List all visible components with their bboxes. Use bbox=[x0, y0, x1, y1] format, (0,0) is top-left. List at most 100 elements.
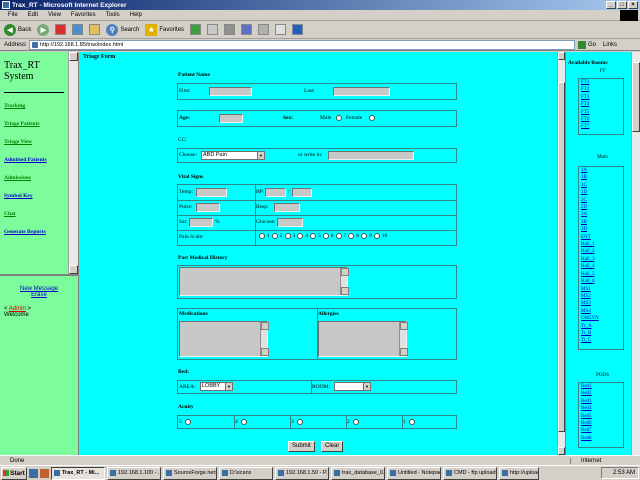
nav-link-symbol-key[interactable]: Symbol Key bbox=[4, 193, 64, 199]
nav-link-admitted-patients[interactable]: Admitted Patients bbox=[4, 157, 64, 163]
room-link[interactable]: OBGYN bbox=[581, 315, 623, 322]
stop-icon[interactable] bbox=[55, 24, 67, 35]
room-link[interactable]: Tr_C bbox=[581, 337, 623, 344]
room-link[interactable]: FT4 bbox=[581, 101, 623, 108]
room-select[interactable]: ▼ bbox=[334, 382, 371, 391]
room-link[interactable]: FT3 bbox=[581, 94, 623, 101]
female-radio[interactable] bbox=[369, 115, 375, 121]
pain-radio-2[interactable] bbox=[271, 233, 278, 239]
forward-arrow-icon[interactable]: ▶ bbox=[37, 23, 50, 36]
scroll-thumb[interactable] bbox=[632, 62, 640, 132]
pain-radio-8[interactable] bbox=[348, 233, 355, 239]
pain-radio-4[interactable] bbox=[297, 233, 304, 239]
pain-radio-1[interactable] bbox=[259, 233, 265, 239]
task-button-5[interactable]: trax_database_0... bbox=[331, 466, 385, 480]
minimize-button[interactable]: _ bbox=[606, 1, 616, 9]
task-button-6[interactable]: Untitled - Notepad bbox=[387, 466, 441, 480]
acuity-radio-4[interactable] bbox=[241, 419, 247, 425]
home-icon[interactable] bbox=[89, 24, 101, 35]
male-radio[interactable] bbox=[336, 115, 342, 121]
maximize-button[interactable]: □ bbox=[617, 1, 627, 9]
room-link[interactable]: 1C bbox=[581, 182, 623, 189]
pain-radio-5[interactable] bbox=[310, 233, 316, 239]
history-icon[interactable] bbox=[190, 24, 202, 35]
go-button[interactable]: Go bbox=[578, 40, 596, 49]
room-link[interactable]: MS4 bbox=[581, 308, 623, 315]
pmh-textarea[interactable] bbox=[179, 267, 349, 296]
resp-input[interactable] bbox=[274, 203, 300, 212]
close-button[interactable]: × bbox=[628, 1, 638, 9]
quicklaunch-ie-icon[interactable] bbox=[29, 468, 38, 478]
task-button-1[interactable]: 192.168.1.100 - ... bbox=[107, 466, 161, 480]
room-link[interactable]: Bed1 bbox=[581, 383, 623, 390]
pain-radio-6[interactable] bbox=[322, 233, 329, 239]
mail-icon[interactable] bbox=[207, 24, 219, 35]
room-link[interactable]: 2D bbox=[581, 204, 623, 211]
room-link[interactable]: Bed7 bbox=[581, 427, 623, 434]
menu-view[interactable]: View bbox=[48, 12, 61, 18]
first-name-input[interactable] bbox=[209, 87, 252, 96]
room-link[interactable]: Bed3 bbox=[581, 398, 623, 405]
edit-icon[interactable] bbox=[241, 24, 253, 35]
menu-file[interactable]: File bbox=[8, 12, 18, 18]
medications-scrollbar[interactable] bbox=[260, 322, 269, 356]
acuity-radio-5[interactable] bbox=[185, 419, 191, 425]
scroll-down-icon[interactable] bbox=[69, 265, 78, 274]
pulse-input[interactable] bbox=[196, 203, 220, 212]
task-button-trax[interactable]: Trax_RT - Mi... bbox=[51, 466, 105, 480]
discuss-icon[interactable] bbox=[258, 24, 270, 35]
print-icon[interactable] bbox=[224, 24, 236, 35]
erase-link[interactable]: Erase bbox=[4, 292, 74, 298]
scroll-up-icon[interactable] bbox=[558, 52, 565, 60]
medications-textarea[interactable] bbox=[179, 321, 269, 357]
room-link[interactable]: FT7 bbox=[581, 123, 623, 130]
room-link[interactable]: MS2 bbox=[581, 293, 623, 300]
room-link[interactable]: Hall_6 bbox=[581, 278, 623, 285]
scroll-down-icon[interactable] bbox=[558, 447, 565, 455]
room-link[interactable]: 3A bbox=[581, 211, 623, 218]
age-input[interactable] bbox=[219, 114, 243, 123]
room-link[interactable]: 3D bbox=[581, 226, 623, 233]
sat-input[interactable] bbox=[189, 218, 213, 227]
room-link[interactable]: FT6 bbox=[581, 116, 623, 123]
room-link[interactable]: Hall_2 bbox=[581, 248, 623, 255]
task-button-2[interactable]: SourceForge.net:... bbox=[163, 466, 217, 480]
task-button-8[interactable]: http://upload.sou... bbox=[499, 466, 539, 480]
allergies-scrollbar[interactable] bbox=[399, 322, 408, 356]
back-button[interactable]: ◀ Back bbox=[4, 23, 31, 36]
pain-radio-7[interactable] bbox=[335, 233, 342, 239]
acuity-radio-1[interactable] bbox=[409, 419, 415, 425]
nav-link-chat[interactable]: Chat bbox=[4, 211, 64, 217]
room-link[interactable]: MS3 bbox=[581, 300, 623, 307]
rooms-scrollbar[interactable] bbox=[631, 52, 640, 455]
room-link[interactable]: 1A bbox=[581, 167, 623, 174]
nav-link-triage-patients[interactable]: Triage Patients bbox=[4, 121, 64, 127]
temp-input[interactable] bbox=[196, 188, 227, 197]
room-link[interactable]: FT2 bbox=[581, 86, 623, 93]
cc-write-in-input[interactable] bbox=[328, 151, 414, 160]
menu-favorites[interactable]: Favorites bbox=[71, 12, 96, 18]
main-scrollbar[interactable] bbox=[557, 52, 565, 455]
links-button[interactable]: Links bbox=[603, 42, 617, 48]
room-link[interactable]: Bed4 bbox=[581, 405, 623, 412]
start-button[interactable]: Start bbox=[1, 466, 27, 480]
nav-scrollbar[interactable] bbox=[68, 52, 78, 274]
room-link[interactable]: Bed5 bbox=[581, 413, 623, 420]
task-button-4[interactable]: 192.168.1.50 - P... bbox=[275, 466, 329, 480]
area-select[interactable]: LOBBY ▼ bbox=[200, 382, 233, 391]
room-link[interactable]: Bed6 bbox=[581, 420, 623, 427]
allergies-textarea[interactable] bbox=[318, 321, 408, 357]
room-link[interactable]: Tr_B bbox=[581, 330, 623, 337]
glucose-input[interactable] bbox=[277, 218, 303, 227]
pain-radio-10[interactable] bbox=[373, 233, 380, 239]
room-link[interactable]: Bed8 bbox=[581, 435, 623, 442]
room-link[interactable]: Hall_5 bbox=[581, 271, 623, 278]
scroll-up-icon[interactable] bbox=[69, 52, 78, 61]
room-link[interactable]: Hall_1 bbox=[581, 241, 623, 248]
task-button-7[interactable]: CMD - ftp upload... bbox=[443, 466, 497, 480]
submit-button[interactable]: Submit bbox=[288, 441, 315, 452]
menu-tools[interactable]: Tools bbox=[106, 12, 120, 18]
bp-diastolic-input[interactable] bbox=[292, 188, 312, 197]
room-link[interactable]: FT5 bbox=[581, 109, 623, 116]
nav-link-triage-view[interactable]: Triage View bbox=[4, 139, 64, 145]
